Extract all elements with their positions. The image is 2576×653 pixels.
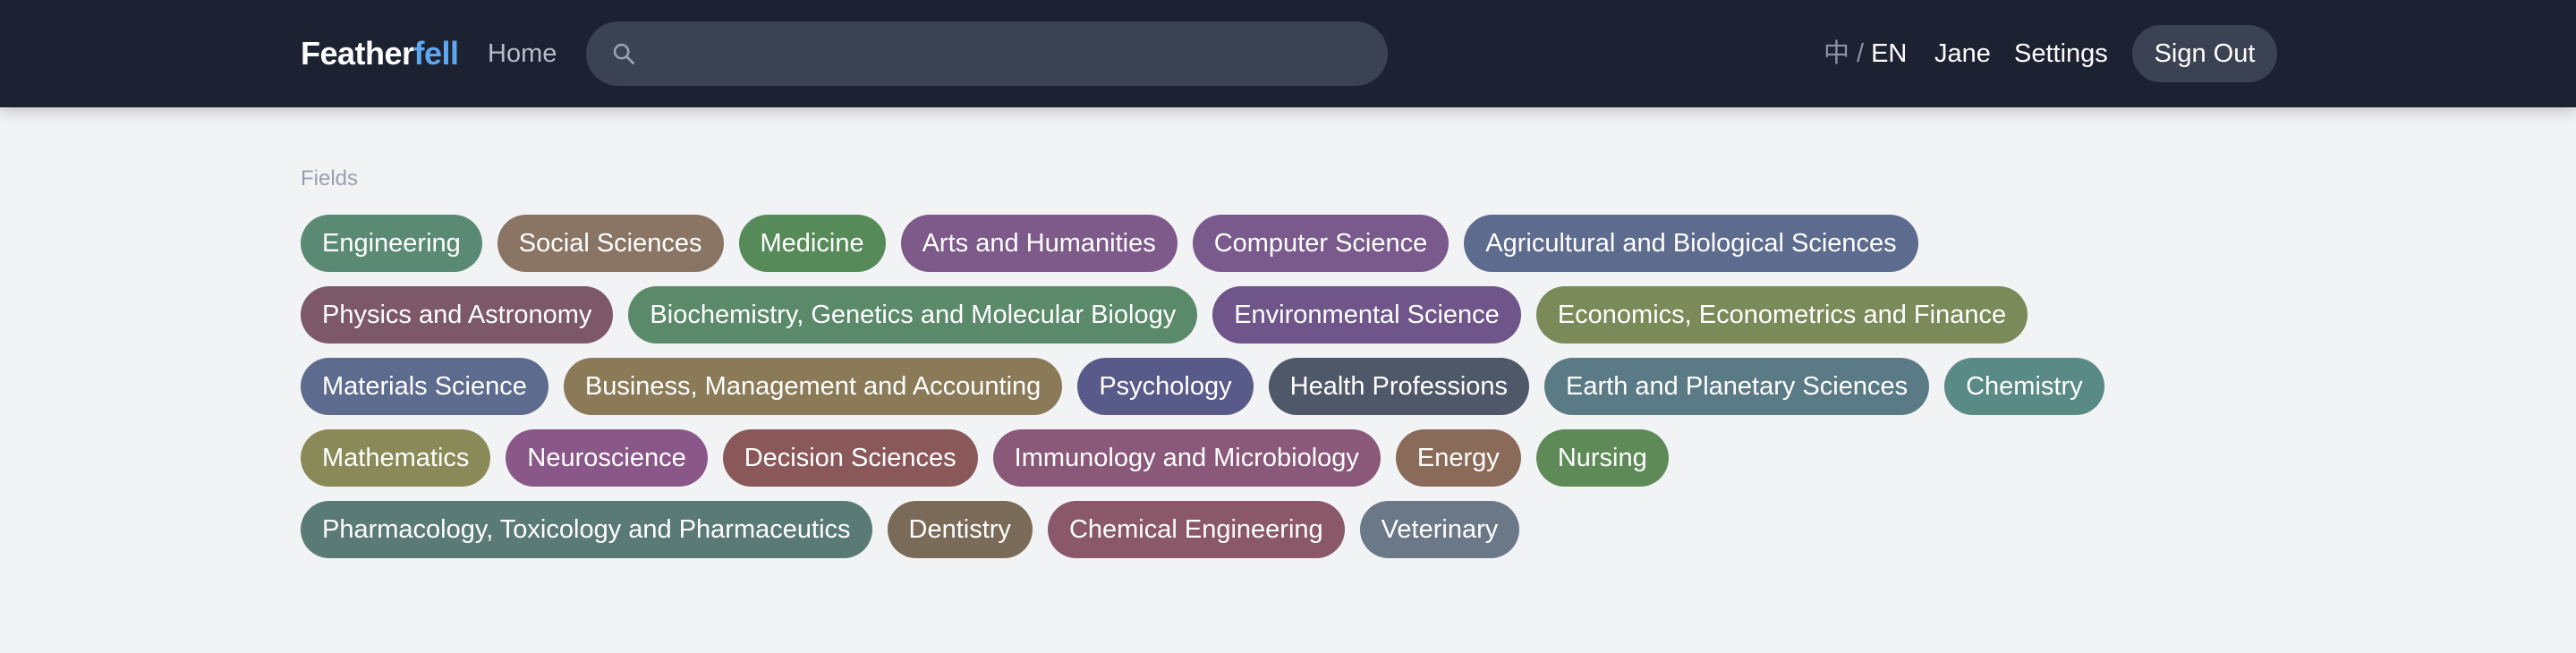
lang-zh-option[interactable]: 中 [1824,39,1849,68]
field-tag[interactable]: Earth and Planetary Sciences [1544,358,1930,415]
field-tag[interactable]: Engineering [301,215,482,272]
search-icon [613,43,634,64]
lang-separator: / [1857,39,1865,68]
field-tag[interactable]: Social Sciences [497,215,724,272]
field-tag[interactable]: Economics, Econometrics and Finance [1535,286,2028,343]
field-tag[interactable]: Computer Science [1192,215,1450,272]
fields-row: Pharmacology, Toxicology and Pharmaceuti… [301,501,2287,558]
fields-row: Materials Science Business, Management an… [301,358,2287,415]
fields-row: Engineering Social Sciences Medicine Arts a… [301,215,2287,272]
field-tag[interactable]: Medicine [738,215,886,272]
fields-section-label: Fields [301,166,359,191]
lang-en-option[interactable]: EN [1871,39,1907,68]
field-tag[interactable]: Materials Science [301,358,548,415]
fields-row: Physics and Astronomy Biochemistry, Genet… [301,286,2287,343]
field-tag[interactable]: Health Professions [1268,358,1530,415]
field-tag[interactable]: Dentistry [887,501,1033,558]
field-tag[interactable]: Agricultural and Biological Sciences [1464,215,1918,272]
field-tag[interactable]: Nursing [1535,429,1669,487]
search-input[interactable] [650,21,1370,88]
brand-logo[interactable]: Featherfell [301,32,459,75]
field-tag[interactable]: Chemistry [1944,358,2104,415]
field-tag[interactable]: Mathematics [301,429,491,487]
field-tag[interactable]: Biochemistry, Genetics and Molecular Bio… [628,286,1198,343]
top-navbar: Featherfell Home 中 / EN Jane Settings Sign… [0,0,2576,107]
field-tag[interactable]: Energy [1395,429,1521,487]
home-link[interactable]: Home [488,34,557,73]
field-tag[interactable]: Business, Management and Accounting [563,358,1063,415]
field-tag[interactable]: Veterinary [1359,501,1520,558]
fields-list: Engineering Social Sciences Medicine Arts a… [301,215,2287,572]
field-tag[interactable]: Chemical Engineering [1047,501,1345,558]
sign-out-button[interactable]: Sign Out [2132,25,2277,82]
brand-name-part1: Feather [301,35,414,72]
field-tag[interactable]: Decision Sciences [722,429,978,487]
field-tag[interactable]: Psychology [1077,358,1254,415]
search-bar[interactable] [586,21,1388,88]
fields-row: Mathematics Neuroscience Decision Sciences… [301,429,2287,487]
field-tag[interactable]: Neuroscience [506,429,708,487]
field-tag[interactable]: Arts and Humanities [900,215,1177,272]
field-tag[interactable]: Physics and Astronomy [301,286,614,343]
brand-name-part2: fell [413,35,460,72]
field-tag[interactable]: Pharmacology, Toxicology and Pharmaceuti… [301,501,872,558]
language-switcher: 中 / EN [1824,34,1907,73]
user-profile-link[interactable]: Jane [1934,34,1991,73]
field-tag[interactable]: Immunology and Microbiology [992,429,1381,487]
settings-link[interactable]: Settings [2014,34,2108,73]
field-tag[interactable]: Environmental Science [1212,286,1521,343]
